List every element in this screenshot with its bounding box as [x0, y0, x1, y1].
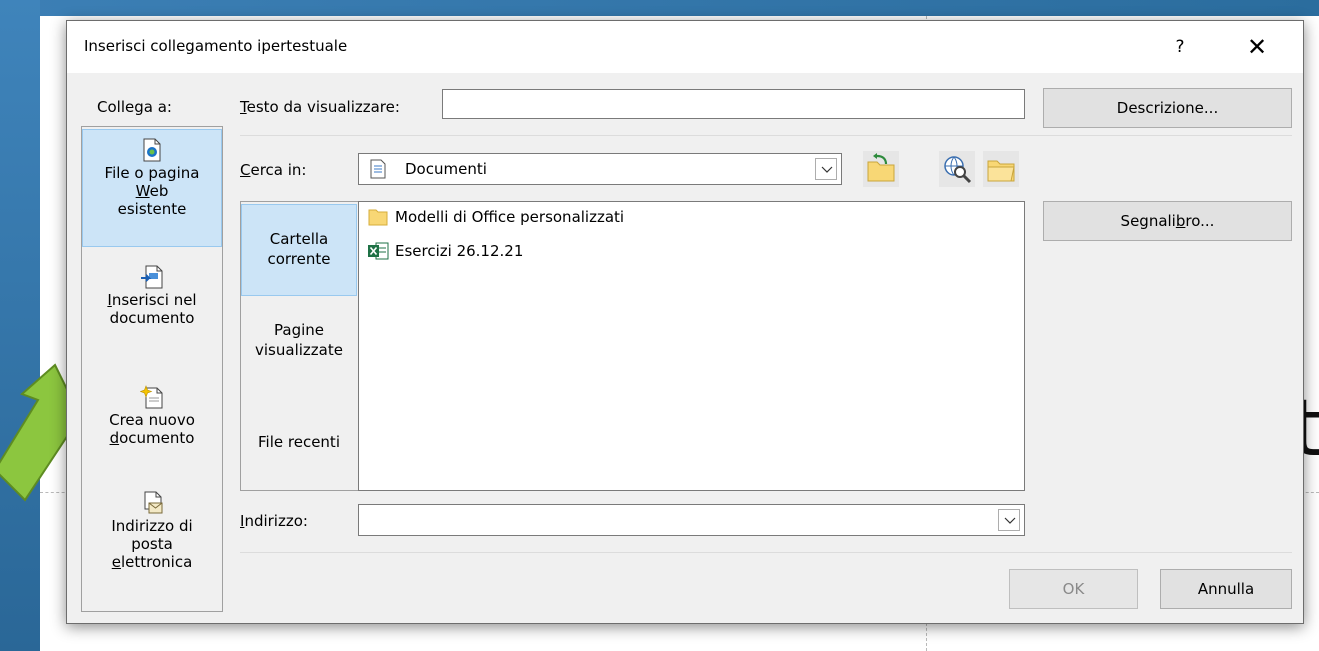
- documents-folder-icon: [370, 159, 386, 179]
- tab-browsed-pages-line2: visualizzate: [255, 341, 343, 359]
- chevron-down-icon: [1004, 517, 1016, 524]
- up-one-folder-icon[interactable]: [863, 151, 899, 187]
- link-to-email-line3-underlined: e: [111, 553, 121, 571]
- dialog-title: Inserisci collegamento ipertestuale: [84, 37, 348, 55]
- link-to-new-document[interactable]: Crea nuovo documento: [82, 381, 222, 485]
- tab-browsed-pages[interactable]: Pagine visualizzate: [241, 312, 357, 382]
- link-to-existing-file-line2: eb: [149, 182, 169, 200]
- look-in-label-underlined: C: [240, 161, 251, 179]
- browse-file-icon[interactable]: [983, 151, 1019, 187]
- address-dropdown-button[interactable]: [998, 509, 1020, 531]
- link-to-new-doc-line2-underlined: d: [109, 429, 120, 447]
- browse-tabs-pane: Cartella corrente Pagine visualizzate Fi…: [240, 201, 358, 491]
- tab-browsed-pages-line1: Pagine: [274, 321, 324, 339]
- look-in-dropdown[interactable]: Documenti: [358, 153, 842, 185]
- separator-bottom: [240, 552, 1292, 553]
- tab-recent-files-label: File recenti: [258, 433, 340, 451]
- address-label: Indirizzo:: [240, 512, 308, 530]
- look-in-value: Documenti: [405, 160, 487, 178]
- window-top-strip: [0, 0, 1319, 16]
- new-document-icon: [140, 385, 163, 409]
- text-to-display-label-underlined: T: [240, 98, 247, 116]
- tab-current-folder[interactable]: Cartella corrente: [241, 204, 357, 296]
- address-combobox[interactable]: [358, 504, 1025, 536]
- link-to-existing-file-line1: File o pagina: [104, 164, 200, 182]
- link-to-existing-file[interactable]: File o pagina Web esistente: [82, 129, 222, 247]
- look-in-dropdown-button[interactable]: [815, 158, 837, 180]
- link-to-existing-file-line2-underlined: W: [135, 182, 150, 200]
- window-left-strip: [0, 0, 40, 651]
- cancel-button[interactable]: Annulla: [1160, 569, 1292, 609]
- address-label-rest: ndirizzo:: [244, 512, 308, 530]
- link-to-label: Collega a:: [97, 98, 172, 116]
- excel-file-icon: [368, 242, 389, 260]
- browse-web-icon[interactable]: [939, 151, 975, 187]
- ok-button[interactable]: OK: [1009, 569, 1138, 609]
- help-button[interactable]: ?: [1160, 31, 1200, 63]
- description-button[interactable]: Descrizione...: [1043, 88, 1292, 128]
- link-to-email-address[interactable]: Indirizzo di posta elettronica: [82, 489, 222, 607]
- link-to-place-line2: documento: [109, 309, 195, 327]
- look-in-label-rest: erca in:: [250, 161, 307, 179]
- link-to-email-line3: lettronica: [120, 553, 193, 571]
- bookmark-button[interactable]: Segnalibro...: [1043, 201, 1292, 241]
- link-to-email-line2: posta: [131, 535, 173, 553]
- file-name: Esercizi 26.12.21: [395, 242, 524, 260]
- folder-icon: [368, 209, 388, 226]
- bookmark-underlined: b: [1175, 212, 1186, 230]
- close-button[interactable]: ✕: [1234, 31, 1280, 63]
- link-to-new-doc-line2: ocumento: [119, 429, 195, 447]
- text-to-display-label: Testo da visualizzare:: [240, 98, 400, 116]
- look-in-label: Cerca in:: [240, 161, 307, 179]
- link-to-pane: File o pagina Web esistente Inserisci ne…: [81, 126, 223, 612]
- hyperlink-dialog: Inserisci collegamento ipertestuale ? ✕ …: [66, 20, 1304, 624]
- file-list[interactable]: Modelli di Office personalizzati Eserciz…: [358, 201, 1025, 491]
- tab-current-folder-line2: corrente: [267, 250, 331, 268]
- text-to-display-label-rest: esto da visualizzare:: [246, 98, 400, 116]
- address-input[interactable]: [359, 505, 989, 535]
- existing-file-icon: [143, 138, 161, 162]
- text-to-display-input[interactable]: [442, 89, 1025, 119]
- link-to-place-in-document[interactable]: Inserisci nel documento: [82, 261, 222, 369]
- link-to-place-line1: nserisci nel: [111, 291, 197, 309]
- chevron-down-icon: [821, 166, 833, 173]
- link-to-email-line1: Indirizzo di: [111, 517, 193, 535]
- place-in-document-icon: [141, 265, 163, 289]
- link-to-new-doc-line1: Crea nuovo: [109, 411, 195, 429]
- separator-top: [240, 135, 1292, 136]
- tab-current-folder-line1: Cartella: [269, 230, 329, 248]
- file-name: Modelli di Office personalizzati: [395, 208, 625, 226]
- dialog-titlebar: Inserisci collegamento ipertestuale ? ✕: [67, 21, 1303, 73]
- email-address-icon: [144, 491, 163, 514]
- link-to-existing-file-line3: esistente: [117, 200, 187, 218]
- tab-recent-files[interactable]: File recenti: [241, 428, 357, 468]
